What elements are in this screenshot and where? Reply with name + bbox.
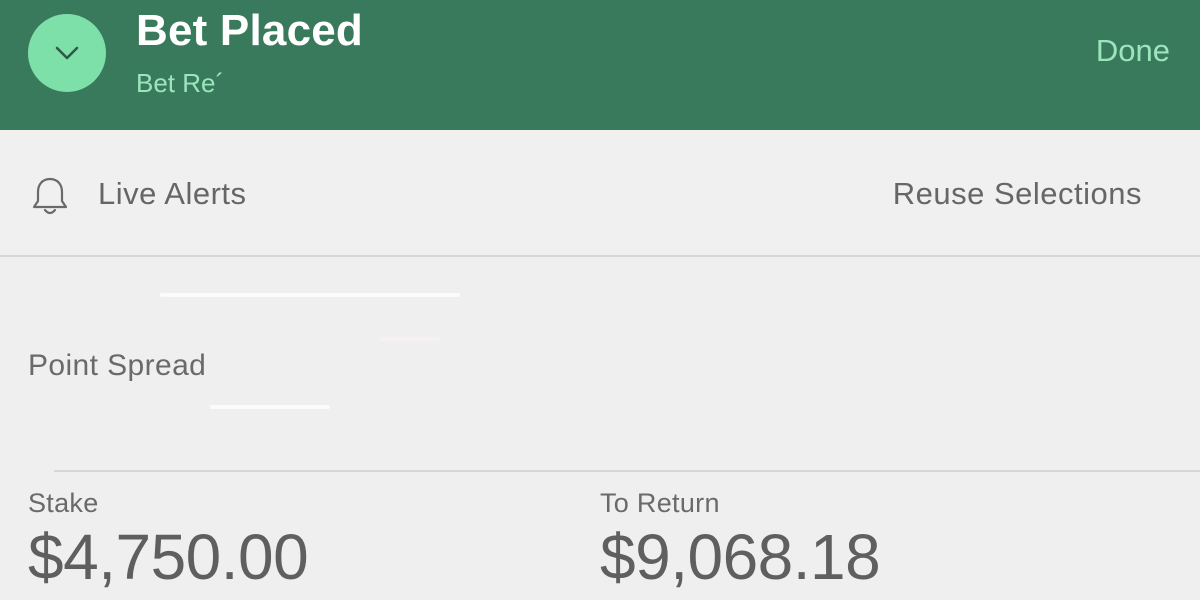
live-alerts-button[interactable]: Live Alerts: [98, 176, 247, 212]
stake-label: Stake: [28, 488, 99, 518]
redacted-text: [160, 293, 460, 297]
bell-icon[interactable]: [28, 174, 72, 218]
bet-selection: Point Spread: [0, 257, 1200, 470]
done-button[interactable]: Done: [1096, 33, 1170, 69]
actions-bar: Live Alerts Reuse Selections: [0, 130, 1200, 257]
market-name: Point Spread: [28, 349, 207, 382]
divider: [54, 470, 1200, 472]
bet-placed-header: Bet Placed Bet Re´ Done: [0, 0, 1200, 130]
stake-value: $4,750.00: [28, 521, 309, 593]
page-title: Bet Placed: [136, 6, 363, 55]
collapse-button[interactable]: [28, 14, 106, 92]
bet-reference: Bet Re´: [136, 68, 225, 98]
to-return-label: To Return: [600, 488, 720, 518]
chevron-down-icon: [55, 46, 79, 60]
redacted-text: [380, 337, 440, 341]
redacted-text: [210, 405, 330, 409]
to-return-value: $9,068.18: [600, 521, 881, 593]
reuse-selections-button[interactable]: Reuse Selections: [893, 176, 1142, 212]
